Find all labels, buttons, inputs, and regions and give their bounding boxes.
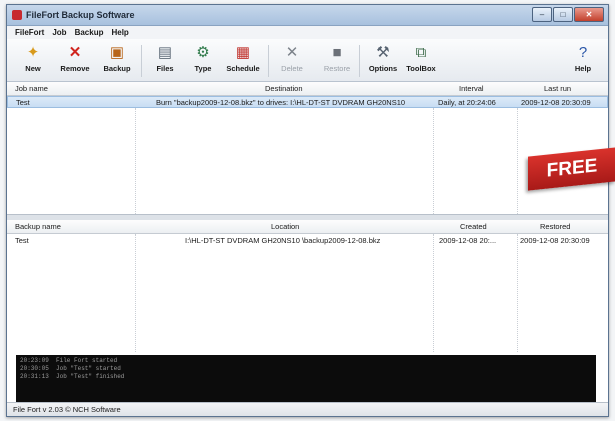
toolbox-label: ToolBox bbox=[406, 64, 436, 73]
delete-button[interactable]: ✕ Delete bbox=[272, 43, 312, 79]
column-divider bbox=[517, 234, 518, 352]
remove-button[interactable]: ✕ Remove bbox=[55, 43, 95, 79]
type-button[interactable]: ⚙ Type bbox=[183, 43, 223, 79]
help-label: Help bbox=[574, 64, 592, 73]
new-label: New bbox=[25, 64, 41, 73]
log-line: 20:23:09 File Fort started bbox=[20, 357, 592, 365]
col-destination[interactable]: Destination bbox=[265, 82, 303, 95]
options-button[interactable]: ⚒ Options bbox=[363, 43, 403, 79]
column-divider bbox=[517, 108, 518, 214]
options-icon: ⚒ bbox=[376, 44, 390, 61]
files-button[interactable]: ▤ Files bbox=[145, 43, 185, 79]
backup-icon: ▣ bbox=[109, 44, 125, 61]
col-backup-name[interactable]: Backup name bbox=[15, 220, 61, 233]
restore-label: Restore bbox=[323, 64, 351, 73]
interval-cell: Daily, at 20:24:06 bbox=[438, 98, 496, 107]
schedule-button[interactable]: ▦ Schedule bbox=[223, 43, 263, 79]
col-job-name[interactable]: Job name bbox=[15, 82, 48, 95]
last-run-cell: 2009-12-08 20:30:09 bbox=[521, 98, 591, 107]
log-line: 20:30:05 Job "Test" started bbox=[20, 365, 592, 373]
calendar-icon: ▦ bbox=[235, 44, 251, 61]
menu-bar: FileFort Job Backup Help bbox=[7, 26, 608, 39]
restore-icon: ■ bbox=[332, 44, 342, 61]
menu-backup[interactable]: Backup bbox=[75, 26, 104, 39]
column-divider bbox=[433, 234, 434, 352]
files-label: Files bbox=[156, 64, 174, 73]
log-line: 20:31:13 Job "Test" finished bbox=[20, 373, 592, 381]
restore-button[interactable]: ■ Restore bbox=[317, 43, 357, 79]
backups-table: Backup name Location Created Restored Te… bbox=[7, 220, 608, 353]
job-name-cell: Test bbox=[16, 98, 30, 107]
column-divider bbox=[433, 108, 434, 214]
menu-job[interactable]: Job bbox=[52, 26, 66, 39]
files-icon: ▤ bbox=[157, 44, 173, 61]
app-window: FileFort Backup Software – □ ✕ FileFort … bbox=[6, 4, 609, 417]
column-divider bbox=[135, 108, 136, 214]
table-row[interactable]: Test Burn "backup2009-12-08.bkz" to driv… bbox=[7, 96, 608, 108]
toolbar-separator bbox=[268, 45, 269, 77]
log-time: 20:30:05 bbox=[20, 365, 49, 372]
jobs-table: Job name Destination Interval Last run T… bbox=[7, 82, 608, 215]
toolbox-icon: ⧉ bbox=[415, 44, 427, 61]
toolbar-separator bbox=[359, 45, 360, 77]
col-location[interactable]: Location bbox=[271, 220, 299, 233]
toolbar: ✦ New ✕ Remove ▣ Backup ▤ Files ⚙ Type ▦… bbox=[7, 39, 608, 82]
menu-filefort[interactable]: FileFort bbox=[15, 26, 44, 39]
col-interval[interactable]: Interval bbox=[459, 82, 484, 95]
new-job-icon: ✦ bbox=[26, 44, 40, 61]
delete-x-icon: ✕ bbox=[285, 44, 299, 61]
menu-help[interactable]: Help bbox=[111, 26, 128, 39]
close-button[interactable]: ✕ bbox=[574, 7, 604, 22]
col-last-run[interactable]: Last run bbox=[544, 82, 571, 95]
delete-label: Delete bbox=[281, 64, 303, 73]
window-controls: – □ ✕ bbox=[532, 7, 604, 22]
log-time: 20:23:09 bbox=[20, 357, 49, 364]
toolbox-button[interactable]: ⧉ ToolBox bbox=[401, 43, 441, 79]
title-bar[interactable]: FileFort Backup Software – □ ✕ bbox=[7, 5, 608, 26]
destination-cell: Burn "backup2009-12-08.bkz" to drives: I… bbox=[156, 98, 406, 107]
help-button[interactable]: ? Help bbox=[563, 43, 603, 79]
jobs-table-header: Job name Destination Interval Last run bbox=[7, 82, 608, 96]
help-icon: ? bbox=[578, 44, 588, 61]
remove-x-icon: ✕ bbox=[68, 44, 82, 61]
status-bar: File Fort v 2.03 © NCH Software bbox=[7, 402, 608, 416]
created-cell: 2009-12-08 20:... bbox=[439, 236, 497, 245]
log-text: Job "Test" started bbox=[56, 365, 121, 372]
log-time: 20:31:13 bbox=[20, 373, 49, 380]
backups-table-header: Backup name Location Created Restored bbox=[7, 220, 608, 234]
col-restored[interactable]: Restored bbox=[540, 220, 570, 233]
new-button[interactable]: ✦ New bbox=[13, 43, 53, 79]
schedule-label: Schedule bbox=[226, 64, 260, 73]
log-text: Job "Test" finished bbox=[56, 373, 125, 380]
remove-label: Remove bbox=[60, 64, 90, 73]
type-label: Type bbox=[194, 64, 212, 73]
toolbar-separator bbox=[141, 45, 142, 77]
minimize-button[interactable]: – bbox=[532, 7, 552, 22]
restored-cell: 2009-12-08 20:30:09 bbox=[520, 236, 590, 245]
column-divider bbox=[135, 234, 136, 352]
col-created[interactable]: Created bbox=[460, 220, 487, 233]
backup-button[interactable]: ▣ Backup bbox=[97, 43, 137, 79]
location-cell: I:\HL-DT-ST DVDRAM GH20NS10 \backup2009-… bbox=[185, 236, 381, 245]
options-label: Options bbox=[368, 64, 398, 73]
type-icon: ⚙ bbox=[196, 44, 210, 61]
window-title: FileFort Backup Software bbox=[26, 10, 135, 20]
backup-label: Backup bbox=[103, 64, 131, 73]
log-text: File Fort started bbox=[56, 357, 118, 364]
activity-log[interactable]: 20:23:09 File Fort started 20:30:05 Job "T… bbox=[16, 355, 596, 403]
filefort-app-icon bbox=[12, 10, 22, 20]
backup-name-cell: Test bbox=[15, 236, 29, 245]
maximize-button[interactable]: □ bbox=[553, 7, 573, 22]
